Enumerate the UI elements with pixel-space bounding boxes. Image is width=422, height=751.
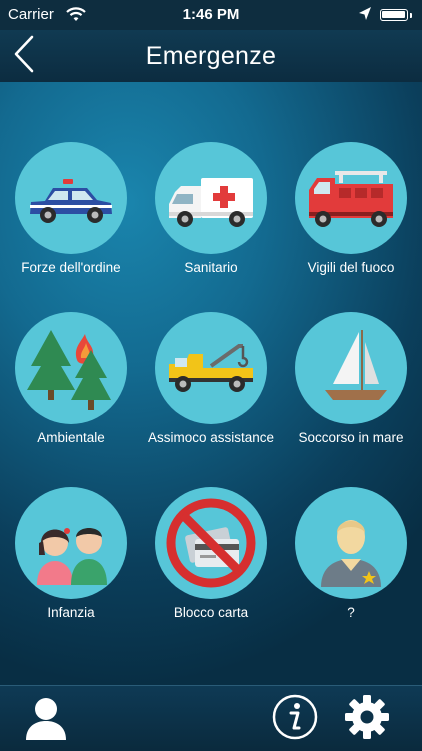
category-card-block[interactable]: Blocco carta bbox=[140, 487, 280, 647]
info-icon bbox=[272, 694, 318, 740]
category-police[interactable]: Forze dell'ordine bbox=[0, 142, 140, 302]
tow-truck-icon bbox=[155, 312, 267, 424]
emergency-grid: Forze dell'ordine Sanitario Vigili del f… bbox=[0, 82, 422, 685]
card-block-icon bbox=[155, 487, 267, 599]
category-childhood[interactable]: Infanzia bbox=[0, 487, 140, 647]
sailboat-icon bbox=[295, 312, 407, 424]
navigation-bar: Emergenze bbox=[0, 30, 422, 82]
fire-truck-icon bbox=[295, 142, 407, 254]
settings-button[interactable] bbox=[344, 694, 390, 740]
page-title: Emergenze bbox=[145, 42, 277, 70]
category-label: Blocco carta bbox=[173, 605, 249, 620]
category-environment[interactable]: Ambientale bbox=[0, 312, 140, 472]
gear-icon bbox=[345, 695, 389, 739]
category-sea-rescue[interactable]: Soccorso in mare bbox=[280, 312, 420, 472]
category-label: Sanitario bbox=[184, 260, 238, 275]
category-label: Assimoco assistance bbox=[147, 430, 275, 445]
category-medical[interactable]: Sanitario bbox=[140, 142, 280, 302]
user-icon bbox=[26, 698, 66, 740]
category-assistance[interactable]: Assimoco assistance bbox=[140, 312, 280, 472]
category-unknown[interactable]: ? bbox=[280, 487, 420, 647]
forest-fire-icon bbox=[15, 312, 127, 424]
tab-bar bbox=[0, 685, 422, 751]
status-bar: Carrier 1:46 PM bbox=[0, 0, 422, 30]
category-label: Vigili del fuoco bbox=[307, 260, 395, 275]
info-button[interactable] bbox=[272, 694, 318, 740]
ambulance-icon bbox=[155, 142, 267, 254]
battery-icon bbox=[380, 9, 412, 21]
category-fire[interactable]: Vigili del fuoco bbox=[280, 142, 420, 302]
officer-icon bbox=[295, 487, 407, 599]
profile-button[interactable] bbox=[22, 694, 70, 742]
category-label: ? bbox=[347, 605, 355, 620]
police-car-icon bbox=[15, 142, 127, 254]
location-arrow-icon bbox=[358, 6, 372, 26]
children-icon bbox=[15, 487, 127, 599]
category-label: Soccorso in mare bbox=[298, 430, 404, 445]
